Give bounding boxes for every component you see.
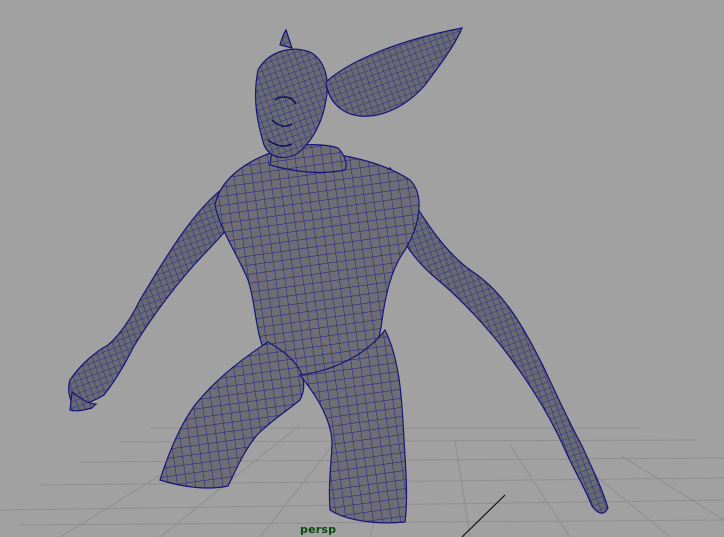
viewport-scene[interactable] (0, 0, 724, 537)
right-arm[interactable] (389, 166, 609, 514)
head-fin[interactable] (325, 27, 463, 117)
grid-axis (461, 494, 506, 537)
head[interactable] (254, 48, 328, 159)
left-leg[interactable] (159, 341, 305, 489)
head-horn[interactable] (279, 28, 293, 49)
camera-name-label: persp (300, 523, 337, 536)
perspective-viewport[interactable]: persp (0, 0, 724, 537)
character-mesh[interactable] (68, 27, 609, 524)
